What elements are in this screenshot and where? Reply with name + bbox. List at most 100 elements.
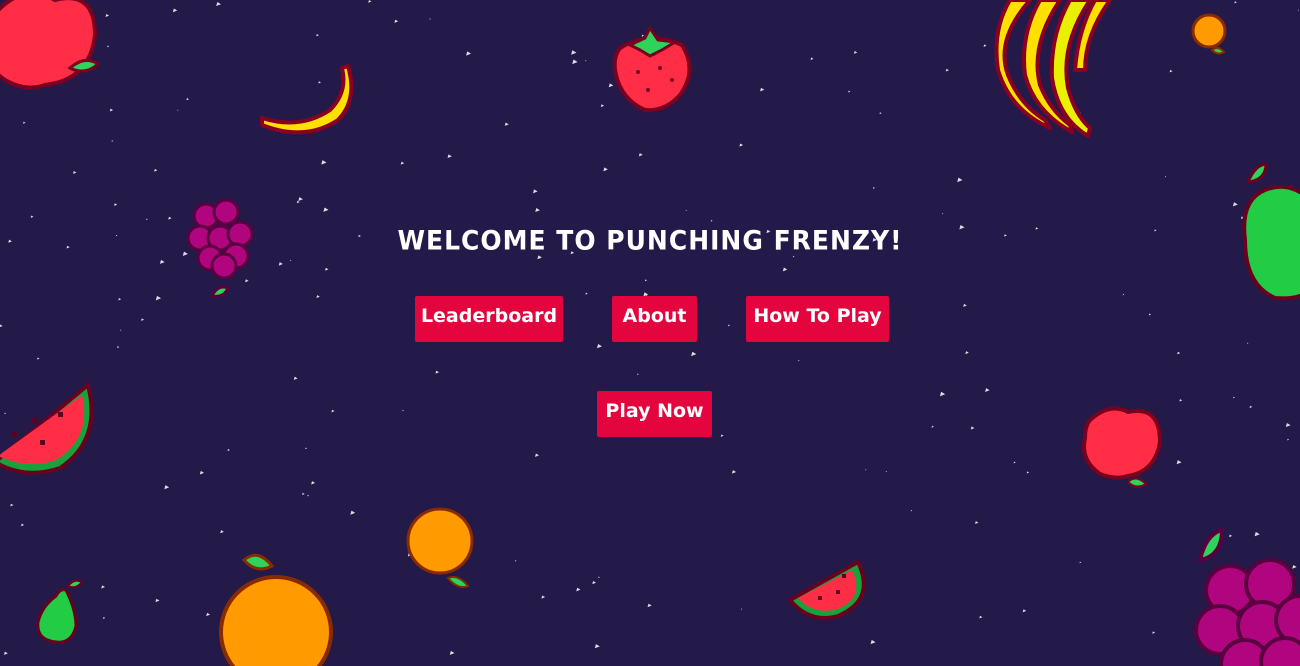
sparkle [638,153,643,157]
sparkle [4,412,7,415]
sparkle [1122,293,1125,296]
sparkle [985,388,990,392]
sparkle [400,161,405,165]
sparkle [316,295,320,299]
banana-icon [994,0,1112,138]
sparkle [853,51,858,54]
sparkle [73,171,77,174]
sparkle [305,447,308,450]
sparkle [117,346,120,349]
sparkle [585,292,588,295]
sparkle [227,448,230,452]
sparkle [1232,202,1238,207]
sparkle [120,329,122,331]
sparkle [594,644,600,649]
sparkle [685,209,688,211]
sparkle [1013,461,1016,464]
play-now-button[interactable]: Play Now [597,391,712,437]
sparkle [792,255,795,258]
sparkle [979,615,983,619]
sparkle [1152,631,1156,634]
sparkle [155,295,162,301]
sparkle [114,203,118,206]
sparkle [302,492,305,495]
sparkle [571,50,577,55]
sparkle [216,1,222,7]
sparkle [105,13,110,17]
about-button[interactable]: About [612,296,697,342]
sparkle [164,485,170,490]
leaderboard-button[interactable]: Leaderboard [415,296,563,342]
sparkle [323,207,329,212]
sparkle [316,33,319,37]
sparkle [278,262,283,266]
sparkle [760,87,765,92]
sparkle [168,216,172,220]
sparkle [592,580,597,585]
sparkle [449,650,455,655]
sparkle [394,19,399,23]
sparkle [21,523,25,527]
strawberry-icon [612,25,692,113]
sparkle [1022,609,1027,613]
sparkle [848,90,851,93]
sparkle [740,608,743,610]
sparkle [206,612,211,617]
sparkle [1247,342,1249,344]
sparkle [141,318,145,321]
sparkle [296,200,300,204]
sparkle [1229,534,1233,538]
sparkle [870,639,876,645]
sparkle [608,83,614,88]
sparkle [931,425,934,428]
sparkle [957,177,963,183]
sparkle [466,51,472,56]
sparkle [603,167,608,172]
sparkle [647,603,652,608]
orange-icon [219,553,333,666]
sparkle [731,470,737,474]
sparkle [30,215,34,218]
sparkle [691,351,697,357]
sparkle [1285,423,1291,428]
sparkle [537,255,542,260]
apple-icon [0,0,101,90]
sparkle [186,97,190,101]
sparkle [350,510,356,515]
sparkle [101,585,106,589]
sparkle [109,108,114,112]
sparkle [10,503,14,507]
sparkle [1176,460,1182,465]
sparkle [585,60,587,62]
sparkle [533,189,538,194]
how-to-play-button[interactable]: How To Play [746,296,889,342]
sparkle [1177,351,1181,355]
orange-icon [406,507,474,588]
sparkle [331,409,335,413]
sparkle [103,616,106,619]
sparkle [177,109,179,111]
apple-icon [1082,406,1163,488]
sparkle [155,598,160,603]
sparkle [402,409,404,412]
sparkle [572,59,578,65]
sparkle [637,373,639,375]
sparkle [37,357,40,360]
sparkle [0,324,3,327]
sparkle [293,376,298,380]
sparkle [289,259,292,261]
sparkle [245,279,249,283]
sparkle [146,218,148,220]
sparkle [879,112,882,115]
sparkle [1234,1,1237,4]
sparkle [154,168,158,172]
banana-icon [260,64,354,135]
sparkle [798,359,800,362]
sparkle [872,187,875,189]
sparkle [641,34,645,37]
sparkle [710,220,713,222]
sparkle [368,0,372,3]
sparkle [318,81,321,84]
sparkle [435,370,440,374]
sparkle [885,471,888,473]
